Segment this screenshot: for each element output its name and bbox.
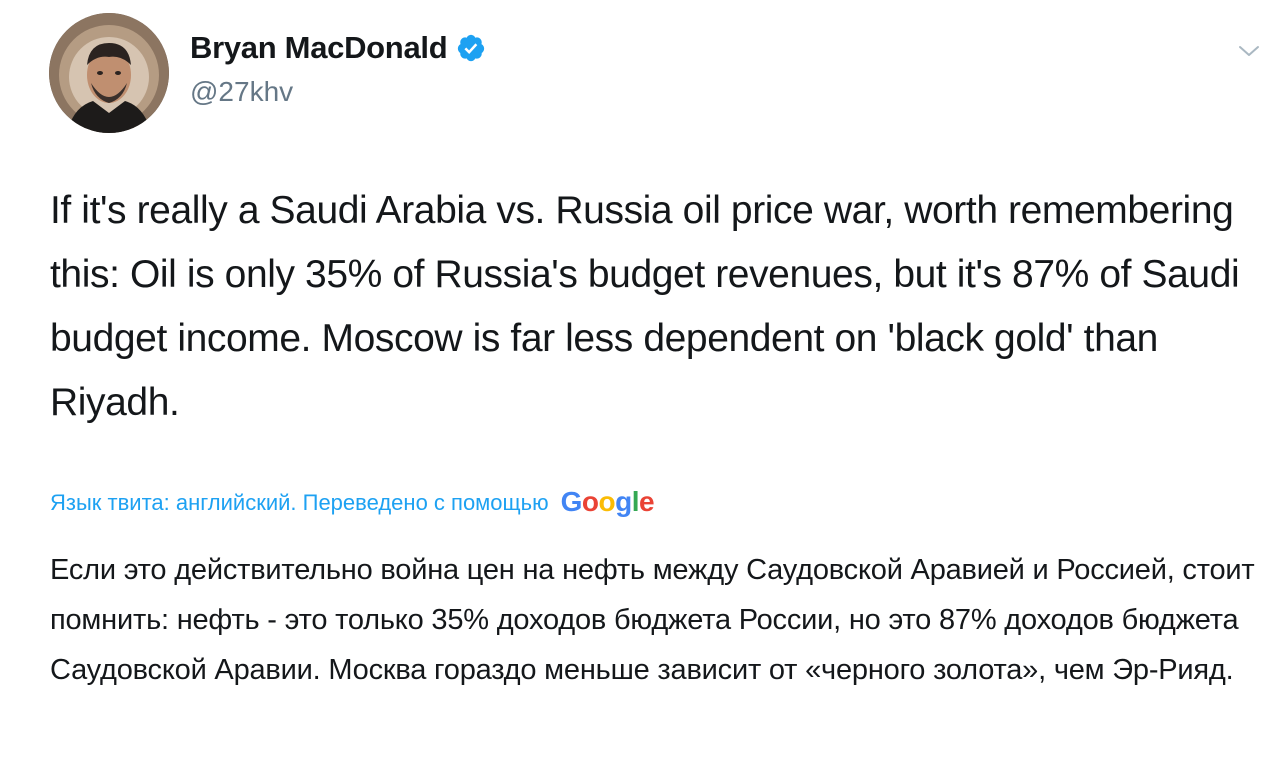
- chevron-down-icon[interactable]: [1234, 40, 1264, 62]
- translation-info: Язык твита: английский. Переведено с пом…: [50, 483, 655, 523]
- author-handle[interactable]: @27khv: [190, 76, 293, 108]
- tweet-text: If it's really a Saudi Arabia vs. Russia…: [50, 189, 1240, 424]
- author-name[interactable]: Bryan MacDonald: [190, 30, 448, 66]
- author-name-row: Bryan MacDonald: [190, 28, 486, 68]
- verified-badge-icon: [456, 33, 486, 63]
- google-logo: Google: [560, 486, 655, 517]
- translated-text: Если это действительно война цен на нефт…: [50, 554, 1255, 686]
- translation-label[interactable]: Язык твита: английский. Переведено с пом…: [50, 490, 549, 516]
- tweet-card: Bryan MacDonald @27khv If it's really a …: [0, 0, 1280, 766]
- avatar[interactable]: [49, 13, 169, 133]
- avatar-image: [49, 13, 169, 133]
